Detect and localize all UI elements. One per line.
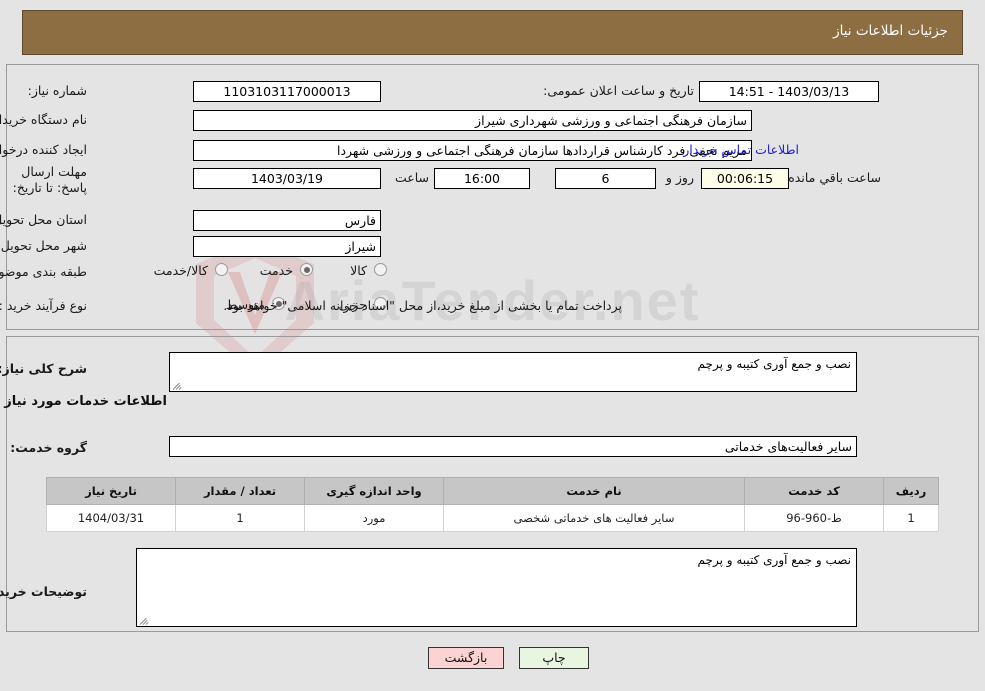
- radio-category-service-label: خدمت: [259, 263, 293, 278]
- services-section-heading: اطلاعات خدمات مورد نیاز: [4, 394, 167, 409]
- deadline-hour-label: ساعت: [394, 170, 429, 185]
- service-group-label: گروه خدمت:: [10, 440, 87, 455]
- radio-category-goods-service-label: کالا/خدمت: [153, 263, 208, 278]
- cell-name: سایر فعالیت های خدماتی شخصی: [443, 504, 745, 532]
- delivery-city-label: شهر محل تحویل:: [0, 238, 87, 253]
- radio-category-goods-service[interactable]: [215, 263, 228, 276]
- need-number-label: شماره نیاز:: [27, 83, 87, 98]
- need-summary-textarea[interactable]: نصب و جمع آوری کتیبه و پرچم: [169, 352, 857, 392]
- resize-grip-icon[interactable]: [139, 615, 149, 625]
- need-summary-label: شرح کلی نیاز:: [0, 361, 87, 376]
- need-number-field[interactable]: 1103103117000013: [193, 81, 381, 102]
- buyer-org-label: نام دستگاه خریدار:: [0, 112, 87, 127]
- buyer-notes-text: نصب و جمع آوری کتیبه و پرچم: [697, 553, 851, 567]
- service-group-field[interactable]: سایر فعالیت‌های خدماتی: [169, 436, 857, 457]
- cell-date: 1404/03/31: [46, 504, 176, 532]
- payment-source-note: پرداخت تمام یا بخشی از مبلغ خرید،از محل …: [223, 298, 622, 313]
- radio-category-goods[interactable]: [374, 263, 387, 276]
- announce-datetime-label: تاریخ و ساعت اعلان عمومی:: [543, 83, 694, 98]
- announce-datetime-field[interactable]: 14:51 - 1403/03/13: [699, 81, 879, 102]
- remaining-days-label: روز و: [665, 170, 694, 185]
- purchase-process-label: نوع فرآیند خرید :: [0, 298, 87, 313]
- cell-code: ط-960-96: [744, 504, 884, 532]
- delivery-province-label: استان محل تحویل:: [0, 212, 87, 227]
- col-code: کد خدمت: [744, 477, 884, 505]
- response-deadline-label: مهلت ارسال پاسخ: تا تاریخ:: [12, 164, 87, 195]
- subject-category-label: طبقه بندی موضوعی:: [0, 264, 87, 279]
- remaining-time-label: ساعت باقي مانده: [788, 170, 881, 185]
- col-unit: واحد اندازه گیری: [304, 477, 444, 505]
- radio-category-service[interactable]: [300, 263, 313, 276]
- deadline-date-field[interactable]: 1403/03/19: [193, 168, 381, 189]
- deadline-hour-field[interactable]: 16:00: [434, 168, 530, 189]
- table-header-row: ردیف کد خدمت نام خدمت واحد اندازه گیری ت…: [46, 477, 939, 505]
- buyer-org-field[interactable]: سازمان فرهنگی اجتماعی و ورزشی شهرداری شی…: [193, 110, 752, 131]
- request-creator-label: ایجاد کننده درخواست:: [0, 142, 87, 157]
- remaining-time-field: 00:06:15: [701, 168, 789, 189]
- resize-grip-icon[interactable]: [172, 380, 182, 390]
- cell-qty: 1: [175, 504, 305, 532]
- need-summary-text: نصب و جمع آوری کتیبه و پرچم: [697, 357, 851, 371]
- delivery-province-field[interactable]: فارس: [193, 210, 381, 231]
- request-creator-field[interactable]: مریم نجفی فرد کارشناس قراردادها سازمان ف…: [193, 140, 752, 161]
- remaining-days-field[interactable]: 6: [555, 168, 656, 189]
- services-table: ردیف کد خدمت نام خدمت واحد اندازه گیری ت…: [46, 477, 939, 532]
- col-qty: تعداد / مقدار: [175, 477, 305, 505]
- radio-category-goods-label: کالا: [350, 263, 367, 278]
- need-info-panel: [6, 64, 979, 330]
- page-title: جزئیات اطلاعات نیاز: [833, 23, 948, 39]
- cell-unit: مورد: [304, 504, 444, 532]
- buyer-notes-label: توضیحات خریدار:: [0, 584, 87, 599]
- delivery-city-field[interactable]: شیراز: [193, 236, 381, 257]
- cell-row: 1: [883, 504, 939, 532]
- buyer-notes-textarea[interactable]: نصب و جمع آوری کتیبه و پرچم: [136, 548, 857, 627]
- page-root: AriaTender.net جزئیات اطلاعات نیاز شماره…: [0, 0, 985, 691]
- col-date: تاریخ نیاز: [46, 477, 176, 505]
- buyer-contact-link[interactable]: اطلاعات تماس خریدار: [683, 142, 799, 157]
- col-row: ردیف: [883, 477, 939, 505]
- back-button[interactable]: بازگشت: [428, 647, 504, 669]
- page-header-bar: جزئیات اطلاعات نیاز: [22, 10, 963, 55]
- print-button[interactable]: چاپ: [519, 647, 589, 669]
- table-row[interactable]: 1 ط-960-96 سایر فعالیت های خدماتی شخصی م…: [46, 504, 939, 532]
- col-name: نام خدمت: [443, 477, 745, 505]
